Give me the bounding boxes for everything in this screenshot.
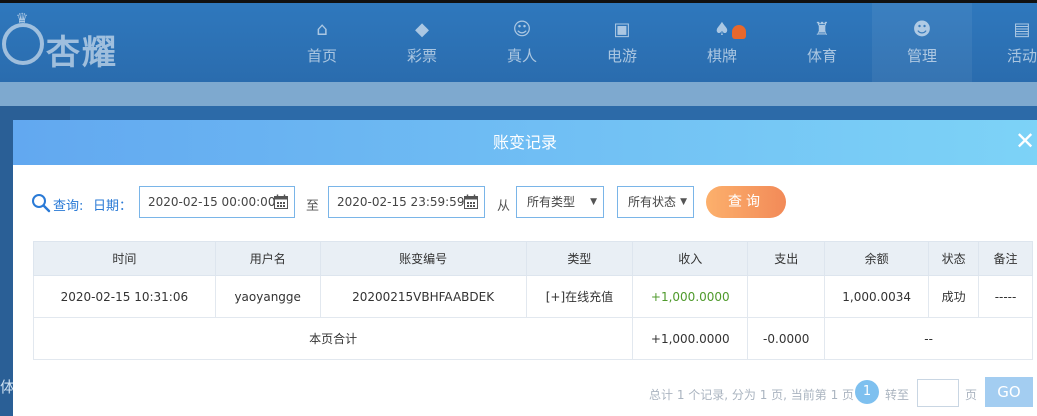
- nav-item-promotions[interactable]: ▤ 活动: [972, 3, 1037, 82]
- type-select-value: 所有类型: [527, 195, 576, 209]
- cell-expense: [747, 275, 826, 318]
- nav-item-label: 真人: [506, 47, 537, 65]
- column-header: 备注: [978, 241, 1033, 276]
- summary-label: 本页合计: [32, 317, 634, 360]
- nav-item-lottery[interactable]: ◆ 彩票: [372, 3, 472, 82]
- cell-username: yaoyangge: [214, 275, 321, 318]
- summary-expense: -0.0000: [747, 317, 826, 360]
- nav-item-home[interactable]: ⌂ 首页: [272, 3, 372, 82]
- caret-down-icon: ▼: [590, 197, 597, 207]
- site-logo[interactable]: ♛ 杏耀: [0, 11, 140, 77]
- summary-row: 本页合计 +1,000.0000 -0.0000 --: [32, 317, 1033, 360]
- calendar-icon: [464, 194, 478, 209]
- transaction-records-modal: 账变记录 ✕ 查询: 日期： 2020-02-15 00:00:00 至 202…: [13, 120, 1037, 416]
- home-icon: ⌂: [316, 19, 328, 40]
- gift-icon: ▤: [1013, 19, 1031, 40]
- modal-header: 账变记录 ✕: [13, 120, 1037, 165]
- nav-item-manage[interactable]: ☻ 管理: [872, 3, 972, 82]
- nav-item-label: 首页: [306, 47, 337, 65]
- column-header: 时间: [33, 241, 216, 276]
- from-label: 从: [497, 199, 511, 214]
- goto-label: 转至: [885, 388, 910, 402]
- column-header: 用户名: [214, 241, 321, 276]
- go-button[interactable]: GO: [985, 377, 1033, 407]
- search-icon: [32, 194, 51, 213]
- filter-bar: 查询: 日期： 2020-02-15 00:00:00 至 2020-02-15…: [31, 186, 1031, 220]
- modal-title: 账变记录: [492, 133, 557, 152]
- end-date-input[interactable]: 2020-02-15 23:59:59: [328, 186, 485, 218]
- users-icon: ☻: [912, 19, 932, 40]
- nav-item-label: 棋牌: [706, 47, 737, 65]
- cards-icon: ♠: [713, 19, 731, 40]
- records-table: 时间 用户名 账变编号 类型 收入 支出 余额 状态 备注 2020-02-15…: [32, 241, 1033, 360]
- start-date-value: 2020-02-15 00:00:00: [148, 195, 276, 209]
- column-header: 收入: [632, 241, 749, 276]
- nav-item-label: 管理: [906, 47, 937, 65]
- calendar-icon: [274, 194, 288, 209]
- cell-time: 2020-02-15 10:31:06: [33, 275, 216, 318]
- pagination: 总计 1 个记录, 分为 1 页, 当前第 1 页 1 转至 页 GO: [649, 377, 1033, 407]
- status-select[interactable]: 所有状态 ▼: [617, 186, 694, 218]
- table-header-row: 时间 用户名 账变编号 类型 收入 支出 余额 状态 备注: [33, 241, 1033, 276]
- main-nav: ⌂ 首页 ◆ 彩票 ☺ 真人 ▣ 电游 ♠ 棋牌 ♜ 体育 ☻ 管理 ▤ 活动: [272, 3, 1037, 82]
- page-unit-label: 页: [965, 388, 978, 402]
- start-date-input[interactable]: 2020-02-15 00:00:00: [139, 186, 295, 218]
- page-number-button[interactable]: 1: [855, 380, 879, 404]
- nav-item-label: 体育: [806, 47, 837, 65]
- status-select-value: 所有状态: [628, 195, 677, 209]
- nav-item-sports[interactable]: ♜ 体育: [772, 3, 872, 82]
- cell-serial: 20200215VBHFAABDEK: [319, 275, 527, 318]
- date-label: 日期：: [93, 199, 133, 214]
- cell-type: [+]在线充值: [525, 275, 634, 318]
- cell-income: +1,000.0000: [632, 275, 749, 318]
- nav-item-live[interactable]: ☺ 真人: [472, 3, 572, 82]
- summary-rest: --: [824, 317, 1033, 360]
- to-label: 至: [306, 199, 320, 214]
- column-header: 账变编号: [319, 241, 527, 276]
- table-row: 2020-02-15 10:31:06 yaoyangge 20200215VB…: [33, 275, 1033, 318]
- close-icon[interactable]: ✕: [1015, 126, 1037, 156]
- nav-item-label: 活动: [1006, 47, 1037, 65]
- cell-status: 成功: [928, 275, 980, 318]
- slot-machine-icon: ▣: [613, 19, 631, 40]
- cell-remark: -----: [978, 275, 1033, 318]
- nav-item-cards[interactable]: ♠ 棋牌: [672, 3, 772, 82]
- column-header: 余额: [824, 241, 930, 276]
- hot-badge-icon: [732, 25, 746, 39]
- column-header: 支出: [747, 241, 826, 276]
- query-label: 查询:: [53, 199, 84, 214]
- caret-down-icon: ▼: [680, 197, 687, 207]
- brand-name: 杏耀: [46, 33, 118, 73]
- trophy-icon: ♜: [813, 19, 831, 40]
- end-date-value: 2020-02-15 23:59:59: [337, 195, 465, 209]
- column-header: 类型: [525, 241, 634, 276]
- page-jump-input[interactable]: [917, 379, 959, 407]
- query-button[interactable]: 查询: [706, 186, 786, 218]
- sub-header-strip: [0, 82, 1037, 106]
- logo-emblem: [2, 23, 44, 65]
- pagination-summary: 总计 1 个记录, 分为 1 页, 当前第 1 页: [649, 388, 855, 402]
- nav-item-label: 电游: [606, 47, 637, 65]
- top-navigation-bar: ♛ 杏耀 ⌂ 首页 ◆ 彩票 ☺ 真人 ▣ 电游 ♠ 棋牌 ♜ 体育 ☻ 管理 …: [0, 0, 1037, 82]
- column-header: 状态: [928, 241, 980, 276]
- nav-item-slots[interactable]: ▣ 电游: [572, 3, 672, 82]
- summary-income: +1,000.0000: [632, 317, 749, 360]
- lottery-icon: ◆: [415, 19, 429, 40]
- live-dealer-icon: ☺: [512, 19, 532, 40]
- nav-item-label: 彩票: [406, 47, 437, 65]
- cell-balance: 1,000.0034: [824, 275, 930, 318]
- type-select[interactable]: 所有类型 ▼: [516, 186, 604, 218]
